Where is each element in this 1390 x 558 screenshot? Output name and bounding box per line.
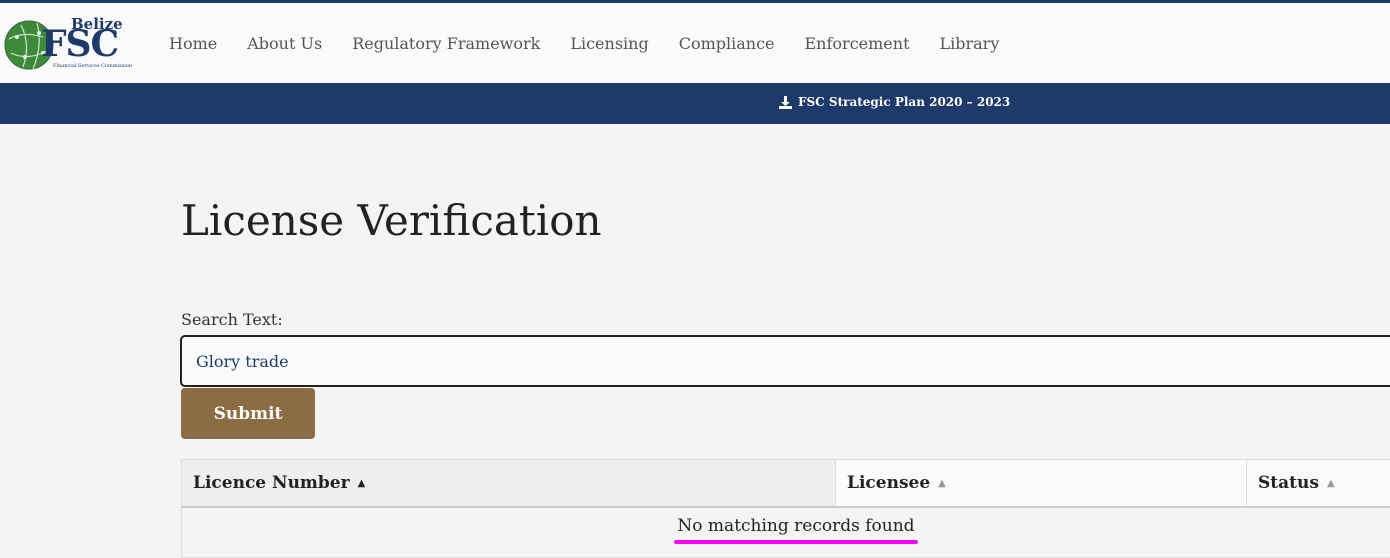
logo-fsc-text: FSC — [41, 23, 118, 65]
page-title: License Verification — [181, 196, 602, 245]
column-header-licensee[interactable]: Licensee ▲ — [836, 460, 1247, 507]
announcement-banner: FSC Strategic Plan 2020 – 2023 — [0, 83, 1390, 124]
sort-up-icon: ▲ — [358, 478, 366, 489]
column-header-status[interactable]: Status ▲ — [1247, 460, 1390, 507]
highlight-underline — [674, 540, 917, 544]
table-row: No matching records found — [182, 507, 1390, 558]
search-label: Search Text: — [181, 310, 283, 329]
fsc-logo[interactable]: Belize FSC Financial Services Commission — [3, 15, 125, 73]
empty-results-message: No matching records found — [674, 516, 917, 536]
nav-enforcement[interactable]: Enforcement — [790, 34, 925, 53]
results-table: Licence Number ▲ Licensee ▲ Status ▲ No mat… — [181, 459, 1390, 558]
strategic-plan-link[interactable]: FSC Strategic Plan 2020 – 2023 — [779, 95, 1010, 109]
logo-subtitle: Financial Services Commission — [53, 63, 132, 69]
submit-button[interactable]: Submit — [181, 388, 315, 439]
column-header-licence-number[interactable]: Licence Number ▲ — [182, 460, 836, 507]
column-label: Licence Number — [193, 473, 350, 493]
nav-home[interactable]: Home — [154, 34, 232, 53]
column-label: Licensee — [847, 473, 930, 493]
nav-licensing[interactable]: Licensing — [555, 34, 663, 53]
sort-up-icon: ▲ — [938, 478, 946, 489]
nav-about-us[interactable]: About Us — [232, 34, 337, 53]
column-label: Status — [1258, 473, 1319, 493]
site-header: Belize FSC Financial Services Commission… — [0, 3, 1390, 83]
strategic-plan-label: FSC Strategic Plan 2020 – 2023 — [798, 95, 1010, 109]
nav-regulatory-framework[interactable]: Regulatory Framework — [337, 34, 555, 53]
empty-results-label: No matching records found — [677, 516, 914, 536]
sort-up-icon: ▲ — [1327, 478, 1335, 489]
table-header-row: Licence Number ▲ Licensee ▲ Status ▲ — [182, 460, 1390, 507]
empty-results-cell: No matching records found — [182, 507, 1390, 558]
download-icon — [779, 96, 792, 109]
main-navigation: Home About Us Regulatory Framework Licen… — [154, 3, 1014, 83]
nav-compliance[interactable]: Compliance — [664, 34, 790, 53]
search-input[interactable] — [180, 335, 1390, 387]
nav-library[interactable]: Library — [925, 34, 1015, 53]
